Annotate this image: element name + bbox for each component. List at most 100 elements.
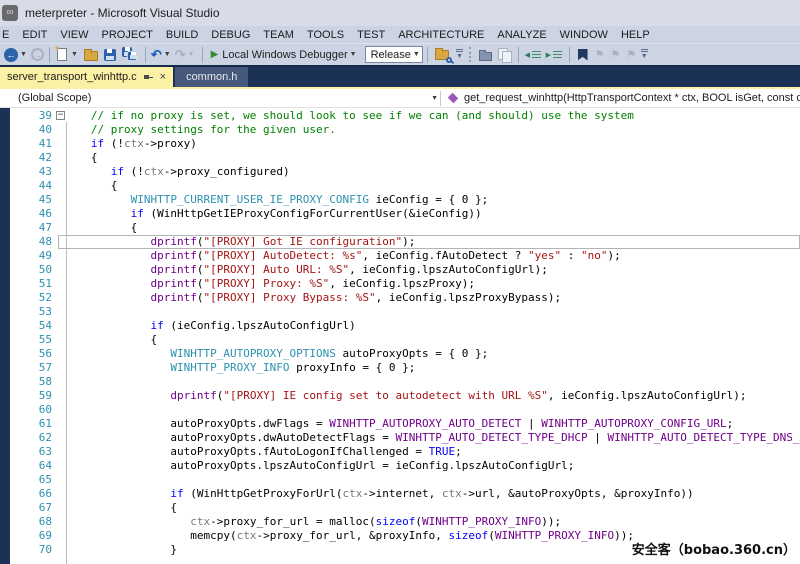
code-line-55[interactable]: 55 { — [0, 333, 800, 347]
menu-team[interactable]: TEAM — [263, 29, 294, 41]
outline-margin[interactable] — [52, 501, 71, 515]
outline-margin[interactable] — [52, 403, 71, 417]
code-line-59[interactable]: 59 dprintf("[PROXY] IE config set to aut… — [0, 389, 800, 403]
toolbar-grip[interactable] — [469, 47, 472, 62]
outline-margin[interactable] — [52, 277, 71, 291]
line-number[interactable]: 58 — [10, 375, 52, 389]
navigate-backward-button[interactable]: ←▼ — [3, 45, 30, 65]
outline-margin[interactable] — [52, 305, 71, 319]
outline-margin[interactable] — [52, 347, 71, 361]
outline-margin[interactable] — [52, 459, 71, 473]
line-number[interactable]: 44 — [10, 179, 52, 193]
menu-help[interactable]: HELP — [621, 29, 650, 41]
code-line-62[interactable]: 62 autoProxyOpts.dwAutoDetectFlags = WIN… — [0, 431, 800, 445]
line-number[interactable]: 69 — [10, 529, 52, 543]
outline-margin[interactable] — [52, 151, 71, 165]
toolbar-overflow-button[interactable]: ▼ — [639, 49, 649, 60]
outline-margin[interactable] — [52, 515, 71, 529]
menu-project[interactable]: PROJECT — [102, 29, 153, 41]
toolbar-overflow-button[interactable]: ▼ — [455, 49, 465, 60]
save-button[interactable] — [101, 45, 119, 65]
menu-analyze[interactable]: ANALYZE — [497, 29, 546, 41]
menu-test[interactable]: TEST — [357, 29, 385, 41]
tab-server-transport-winhttp[interactable]: server_transport_winhttp.c × — [0, 67, 173, 87]
code-line-40[interactable]: 40 // proxy settings for the given user. — [0, 123, 800, 137]
outline-margin[interactable]: − — [52, 109, 71, 123]
menu-build[interactable]: BUILD — [166, 29, 198, 41]
find-in-files-button[interactable] — [432, 45, 455, 65]
line-number[interactable]: 57 — [10, 361, 52, 375]
previous-bookmark-button[interactable]: ⚑ — [592, 45, 608, 65]
line-number[interactable]: 54 — [10, 319, 52, 333]
line-number[interactable]: 49 — [10, 249, 52, 263]
open-file-button[interactable] — [81, 45, 101, 65]
line-number[interactable]: 47 — [10, 221, 52, 235]
line-number[interactable]: 51 — [10, 277, 52, 291]
outline-margin[interactable] — [52, 543, 71, 557]
code-line-43[interactable]: 43 if (!ctx->proxy_configured) — [0, 165, 800, 179]
increase-indent-button[interactable]: ▶ — [544, 45, 565, 65]
code-line-61[interactable]: 61 autoProxyOpts.dwFlags = WINHTTP_AUTOP… — [0, 417, 800, 431]
line-number[interactable]: 66 — [10, 487, 52, 501]
line-number[interactable]: 43 — [10, 165, 52, 179]
menu-edit[interactable]: EDIT — [22, 29, 47, 41]
line-number[interactable]: 42 — [10, 151, 52, 165]
outline-margin[interactable] — [52, 235, 71, 249]
line-number[interactable]: 52 — [10, 291, 52, 305]
start-debug-button[interactable]: ▶ Local Windows Debugger ▼ — [207, 45, 360, 65]
code-line-68[interactable]: 68 ctx->proxy_for_url = malloc(sizeof(WI… — [0, 515, 800, 529]
outline-margin[interactable] — [52, 165, 71, 179]
code-line-64[interactable]: 64 autoProxyOpts.lpszAutoConfigUrl = ieC… — [0, 459, 800, 473]
menu-tools[interactable]: TOOLS — [307, 29, 344, 41]
line-number[interactable]: 40 — [10, 123, 52, 137]
code-line-48[interactable]: 48 dprintf("[PROXY] Got IE configuration… — [0, 235, 800, 249]
menu-debug[interactable]: DEBUG — [211, 29, 250, 41]
code-line-42[interactable]: 42 { — [0, 151, 800, 165]
line-number[interactable]: 53 — [10, 305, 52, 319]
code-line-57[interactable]: 57 WINHTTP_PROXY_INFO proxyInfo = { 0 }; — [0, 361, 800, 375]
pin-icon[interactable] — [143, 72, 154, 82]
navigate-to-button[interactable] — [476, 45, 495, 65]
code-line-69[interactable]: 69 memcpy(ctx->proxy_for_url, &proxyInfo… — [0, 529, 800, 543]
line-number[interactable]: 61 — [10, 417, 52, 431]
menu-file-partial[interactable]: E — [2, 29, 9, 41]
outline-margin[interactable] — [52, 431, 71, 445]
collapse-region-icon[interactable]: − — [56, 111, 65, 120]
code-line-44[interactable]: 44 { — [0, 179, 800, 193]
line-number[interactable]: 39 — [10, 109, 52, 123]
code-line-49[interactable]: 49 dprintf("[PROXY] AutoDetect: %s", ieC… — [0, 249, 800, 263]
line-number[interactable]: 50 — [10, 263, 52, 277]
scope-dropdown[interactable]: (Global Scope) ▼ — [0, 89, 440, 107]
outline-margin[interactable] — [52, 249, 71, 263]
line-number[interactable]: 41 — [10, 137, 52, 151]
toggle-bookmark-button[interactable] — [574, 45, 592, 65]
outline-margin[interactable] — [52, 529, 71, 543]
code-line-66[interactable]: 66 if (WinHttpGetProxyForUrl(ctx->intern… — [0, 487, 800, 501]
navigate-forward-button[interactable]: → — [30, 45, 45, 65]
outline-margin[interactable] — [52, 123, 71, 137]
code-line-39[interactable]: 39− // if no proxy is set, we should loo… — [0, 109, 800, 123]
code-line-41[interactable]: 41 if (!ctx->proxy) — [0, 137, 800, 151]
code-line-46[interactable]: 46 if (WinHttpGetIEProxyConfigForCurrent… — [0, 207, 800, 221]
line-number[interactable]: 48 — [10, 235, 52, 249]
line-number[interactable]: 63 — [10, 445, 52, 459]
code-line-53[interactable]: 53 — [0, 305, 800, 319]
next-bookmark-button[interactable]: ⚑ — [607, 45, 623, 65]
solution-configuration-select[interactable]: Release ▼ — [365, 46, 423, 63]
outline-margin[interactable] — [52, 319, 71, 333]
close-icon[interactable]: × — [160, 72, 166, 82]
undo-button[interactable]: ↶▼ — [150, 45, 174, 65]
new-item-button[interactable]: ▼ — [54, 45, 81, 65]
outline-margin[interactable] — [52, 137, 71, 151]
outline-margin[interactable] — [52, 487, 71, 501]
code-line-63[interactable]: 63 autoProxyOpts.fAutoLogonIfChallenged … — [0, 445, 800, 459]
outline-margin[interactable] — [52, 417, 71, 431]
line-number[interactable]: 45 — [10, 193, 52, 207]
menu-window[interactable]: WINDOW — [560, 29, 608, 41]
line-number[interactable]: 59 — [10, 389, 52, 403]
line-number[interactable]: 68 — [10, 515, 52, 529]
outline-margin[interactable] — [52, 361, 71, 375]
line-number[interactable]: 55 — [10, 333, 52, 347]
code-line-60[interactable]: 60 — [0, 403, 800, 417]
code-line-45[interactable]: 45 WINHTTP_CURRENT_USER_IE_PROXY_CONFIG … — [0, 193, 800, 207]
